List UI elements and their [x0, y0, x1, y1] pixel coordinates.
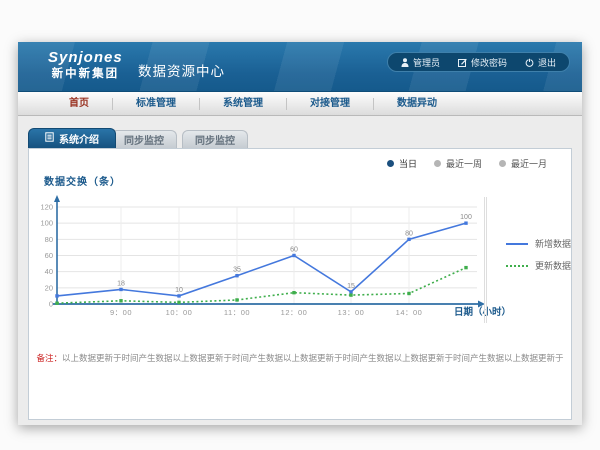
solid-line-icon [506, 243, 528, 245]
document-icon [45, 132, 54, 145]
app-header: Synjones 新中新集团 数据资源中心 管理员 修改密码 退出 [18, 42, 582, 92]
logout-label: 退出 [538, 56, 556, 69]
logo-text-en: Synjones [48, 49, 123, 67]
svg-text:14：00: 14：00 [396, 308, 423, 317]
svg-text:13：00: 13：00 [338, 308, 365, 317]
page-title: 数据资源中心 [138, 60, 225, 80]
time-range-filter: 当日 最近一周 最近一月 [387, 157, 547, 170]
filter-label: 最近一周 [446, 157, 482, 170]
footnote-text: 以上数据更新于时间产生数据以上数据更新于时间产生数据以上数据更新于时间产生数据以… [62, 353, 564, 363]
legend-divider [484, 197, 487, 323]
legend-update-data[interactable]: 更新数据 [506, 259, 571, 272]
change-password-button[interactable]: 修改密码 [449, 56, 516, 69]
svg-text:0: 0 [49, 300, 53, 309]
current-user-button[interactable]: 管理员 [392, 56, 449, 69]
main-nav: 首页 标准管理 系统管理 对接管理 数据异动 [18, 92, 582, 116]
nav-item-connect-mgmt[interactable]: 对接管理 [287, 98, 374, 110]
svg-text:11：00: 11：00 [224, 308, 250, 317]
legend-label: 新增数据 [535, 237, 571, 250]
nav-item-data-change[interactable]: 数据异动 [374, 98, 460, 110]
company-logo: Synjones 新中新集团 [48, 49, 123, 82]
nav-item-standard-mgmt[interactable]: 标准管理 [113, 98, 200, 110]
dotted-line-icon [506, 265, 528, 267]
series-legend: 新增数据 更新数据 [506, 237, 571, 272]
user-menu: 管理员 修改密码 退出 [387, 52, 570, 72]
user-name-label: 管理员 [413, 56, 440, 69]
filter-last-week[interactable]: 最近一周 [434, 157, 482, 170]
svg-text:80: 80 [45, 235, 53, 244]
svg-text:40: 40 [45, 267, 53, 276]
svg-text:100: 100 [40, 219, 53, 228]
filter-last-month[interactable]: 最近一月 [499, 157, 547, 170]
svg-text:20: 20 [45, 283, 53, 292]
tab-label: 同步监控 [124, 132, 164, 147]
exchange-chart: 0 20 40 60 80 100 120 9：00 10：00 11：00 12：00 13：00 1… [31, 194, 571, 329]
radio-icon [499, 160, 506, 167]
content-area: 系统介绍 同步监控 同步监控 当日 最近一周 [18, 116, 582, 425]
svg-text:15: 15 [347, 283, 355, 290]
svg-text:60: 60 [45, 251, 53, 260]
tab-system-intro[interactable]: 系统介绍 [28, 128, 116, 148]
svg-text:100: 100 [460, 214, 472, 221]
change-password-label: 修改密码 [471, 56, 507, 69]
filter-label: 当日 [399, 157, 417, 170]
nav-item-home[interactable]: 首页 [46, 98, 113, 110]
svg-text:10: 10 [175, 287, 183, 294]
svg-text:80: 80 [405, 230, 413, 237]
svg-text:9：00: 9：00 [110, 308, 132, 317]
radio-selected-icon [387, 160, 394, 167]
tab-label: 同步监控 [195, 132, 235, 147]
logout-button[interactable]: 退出 [516, 56, 565, 69]
filter-label: 最近一月 [511, 157, 547, 170]
svg-text:120: 120 [40, 203, 53, 212]
edit-icon [458, 58, 467, 67]
user-icon [401, 58, 409, 67]
legend-label: 更新数据 [535, 259, 571, 272]
svg-text:10：00: 10：00 [166, 308, 193, 317]
tab-sync-monitor-1[interactable]: 同步监控 [111, 130, 177, 148]
legend-new-data[interactable]: 新增数据 [506, 237, 571, 250]
logo-text-cn: 新中新集团 [48, 67, 123, 82]
svg-text:12：00: 12：00 [281, 308, 308, 317]
svg-text:18: 18 [117, 280, 125, 287]
tab-bar: 系统介绍 同步监控 同步监控 [28, 128, 248, 148]
power-icon [525, 58, 534, 67]
svg-text:60: 60 [290, 247, 298, 254]
footnote: 备注：以上数据更新于时间产生数据以上数据更新于时间产生数据以上数据更新于时间产生… [29, 352, 571, 364]
y-axis-title: 数据交换（条） [44, 173, 121, 188]
nav-item-system-mgmt[interactable]: 系统管理 [200, 98, 287, 110]
radio-icon [434, 160, 441, 167]
svg-text:日期（小时）: 日期（小时） [454, 306, 511, 318]
tab-sync-monitor-2[interactable]: 同步监控 [182, 130, 248, 148]
chart-panel: 当日 最近一周 最近一月 数据交换（条） 0 20 40 60 80 100 120 9：00… [28, 148, 572, 420]
tab-label: 系统介绍 [59, 131, 99, 146]
filter-today[interactable]: 当日 [387, 157, 417, 170]
svg-text:35: 35 [233, 267, 241, 274]
footnote-label: 备注： [36, 353, 62, 363]
app-window: Synjones 新中新集团 数据资源中心 管理员 修改密码 退出 [18, 42, 582, 425]
